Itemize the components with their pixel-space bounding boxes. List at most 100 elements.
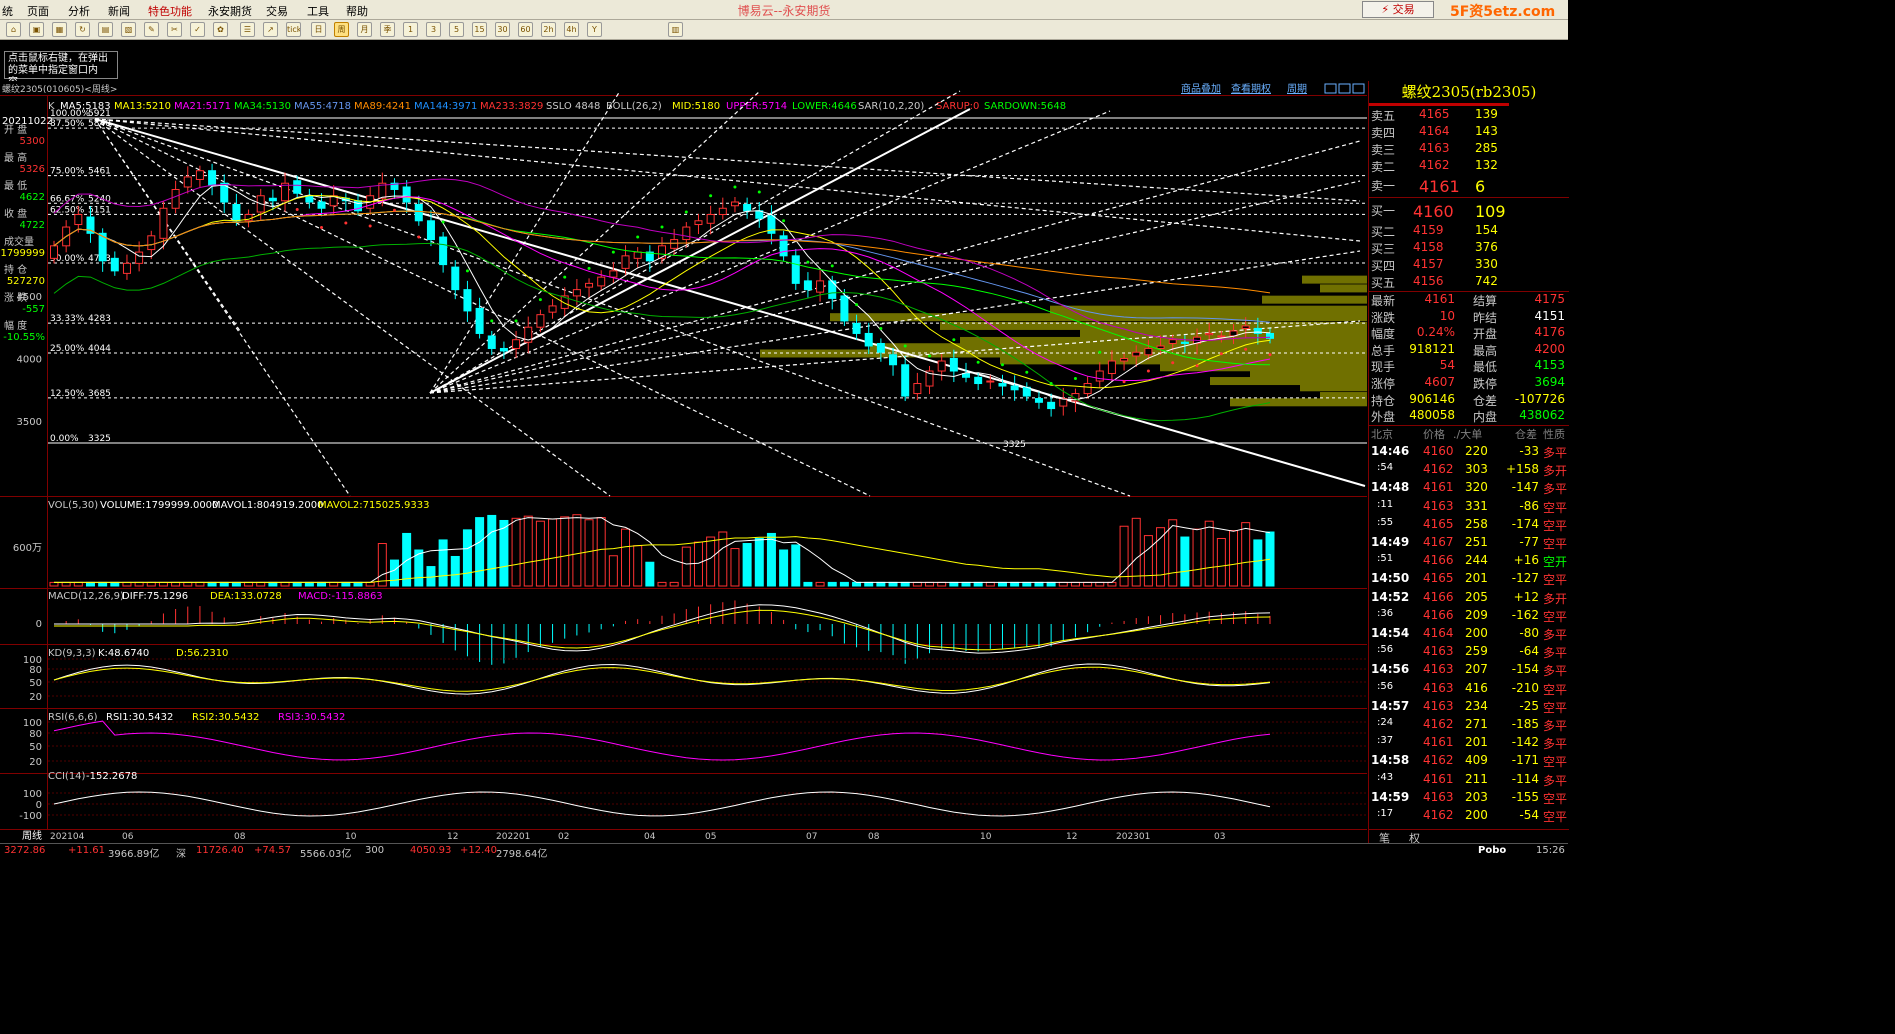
menu-item-7[interactable]: 工具 <box>307 3 329 19</box>
toolbar-button-3[interactable]: ↻ <box>75 22 90 37</box>
toolbar-button-0[interactable]: ⌂ <box>6 22 21 37</box>
candle-body-71 <box>913 383 922 395</box>
toolbar-button-19[interactable]: 5 <box>449 22 464 37</box>
toolbar-button-8[interactable]: ✓ <box>190 22 205 37</box>
kd-y-label-2: 50 <box>29 678 42 689</box>
toolbar-button-21[interactable]: 30 <box>495 22 510 37</box>
menu-item-0[interactable]: 统 <box>2 3 13 19</box>
tick-time: :56 <box>1377 644 1394 656</box>
rsi-title: RSI(6,6,6) <box>48 712 98 723</box>
toolbar-button-5[interactable]: ▧ <box>121 22 136 37</box>
x-axis-label-14: 03 <box>1214 832 1225 842</box>
bid-label: 买四 <box>1371 259 1396 273</box>
vol-mavol1: MAVOL1:804919.2000 <box>212 500 323 511</box>
toolbar-button-14[interactable]: 周 <box>334 22 349 37</box>
status-bar: 3272.86 +11.61 3966.89亿 深 11726.40 +74.57 5566… <box>0 843 1568 860</box>
menu-item-3[interactable]: 新闻 <box>108 3 130 19</box>
low-price-label: 3325 <box>1003 440 1026 450</box>
ask-volume: 139 <box>1475 107 1498 121</box>
sar-dot-100 <box>1268 353 1272 357</box>
menu-item-6[interactable]: 交易 <box>266 3 288 19</box>
toolbar-button-2[interactable]: ▦ <box>52 22 67 37</box>
ask-label: 卖一 <box>1371 179 1396 193</box>
toolbar-button-12[interactable]: tick <box>286 22 301 37</box>
tick-row-4: :55 4165 258 -174 空平 <box>1369 517 1569 534</box>
price-tick-0: 4500 <box>17 292 42 303</box>
tick-price: 4166 <box>1423 607 1454 622</box>
info-value-0: 5300 <box>20 136 45 147</box>
vol-bar-0 <box>49 581 59 587</box>
menu-item-5[interactable]: 永安期货 <box>208 3 252 19</box>
tick-oi-diff: -147 <box>1511 480 1539 495</box>
tick-volume: 320 <box>1465 480 1488 495</box>
vol-bar-41 <box>548 518 558 587</box>
cci-y-label-1: 0 <box>36 800 42 811</box>
candle-body-36 <box>487 335 496 349</box>
menu-item-2[interactable]: 分析 <box>68 3 90 19</box>
toolbar-button-4[interactable]: ▤ <box>98 22 113 37</box>
toolbar-button-9[interactable]: ✿ <box>213 22 228 37</box>
stat-value-2: 4153 <box>1534 358 1565 373</box>
toolbar-button-15[interactable]: 月 <box>357 22 372 37</box>
vol-bar-46 <box>608 555 618 587</box>
tick-volume: 271 <box>1465 717 1488 731</box>
menu-item-4[interactable]: 特色功能 <box>148 3 192 19</box>
toolbar-button-22[interactable]: 60 <box>518 22 533 37</box>
candle-body-15 <box>232 204 241 222</box>
bid-row-1: 买二 4159 154 <box>1369 223 1569 240</box>
toolbar-button-6[interactable]: ✎ <box>144 22 159 37</box>
toolbar-button-17[interactable]: 1 <box>403 22 418 37</box>
toolbar-button-26[interactable]: ▥ <box>668 22 683 37</box>
stat-row-7: 外盘 480058 内盘 438062 <box>1369 408 1569 425</box>
ask-bid-separator <box>1369 197 1569 198</box>
vol-bar-96 <box>1216 537 1226 587</box>
menu-item-8[interactable]: 帮助 <box>346 3 368 19</box>
trade-button[interactable]: ⚡ 交易 <box>1362 1 1434 18</box>
vol-bar-53 <box>693 541 703 587</box>
ask-row-1: 卖四 4164 143 <box>1369 124 1569 141</box>
toolbar-button-13[interactable]: 日 <box>311 22 326 37</box>
tick-row-5: 14:49 4167 251 -77 空平 <box>1369 535 1569 552</box>
x-axis-label-4: 12 <box>447 832 458 842</box>
candle-body-64 <box>828 280 837 299</box>
cci-value: -152.2678 <box>86 771 137 782</box>
ticks-header-2: ./大单 <box>1453 428 1483 441</box>
toolbar-button-16[interactable]: 季 <box>380 22 395 37</box>
rsi-y-label-0: 100 <box>23 718 42 729</box>
toolbar-button-10[interactable]: ☰ <box>240 22 255 37</box>
info-value-6: -557 <box>22 304 45 315</box>
toolbar-button-1[interactable]: ▣ <box>29 22 44 37</box>
candle-body-43 <box>572 289 581 297</box>
chart-header-title: 螺纹2305(010605)<周线> <box>2 83 117 95</box>
sar-dot-40 <box>538 298 542 302</box>
toolbar-button-24[interactable]: 4h <box>564 22 579 37</box>
candle-body-22 <box>317 201 326 209</box>
vol-bar-4 <box>98 581 108 587</box>
bid-price: 4158 <box>1413 240 1444 254</box>
sar-dot-78 <box>1000 363 1004 367</box>
toolbar-button-25[interactable]: Y <box>587 22 602 37</box>
tick-volume: 259 <box>1465 644 1488 659</box>
vol-bar-72 <box>925 581 935 587</box>
tick-row-2: 14:48 4161 320 -147 多平 <box>1369 480 1569 497</box>
chart-header-link-0[interactable]: 商品叠加 <box>1181 82 1221 95</box>
vol-bar-60 <box>779 549 789 587</box>
vol-bar-68 <box>876 581 886 587</box>
toolbar-button-7[interactable]: ✂ <box>167 22 182 37</box>
menu-item-1[interactable]: 页面 <box>27 3 49 19</box>
chart-header-link-2[interactable]: 周期 <box>1287 83 1307 95</box>
tick-price: 4163 <box>1423 698 1454 713</box>
toolbar-button-20[interactable]: 15 <box>472 22 487 37</box>
tick-volume: 200 <box>1465 626 1488 640</box>
chart-window[interactable]: 螺纹2305(010605)<周线> 商品叠加 查看期权 周期 K MA5:5183 MA1… <box>0 81 1367 843</box>
ticks-header-4: 性质 <box>1543 428 1565 441</box>
chart-header-link-1[interactable]: 查看期权 <box>1231 82 1271 95</box>
ticks-header: 北京 价格 ./大单 仓差 性质 <box>1369 426 1569 443</box>
kline-chart[interactable]: 螺纹2305(010605)<周线> 商品叠加 查看期权 周期K MA5:5183 MA1… <box>0 81 1367 843</box>
stat-value-1: 10 <box>1439 308 1455 323</box>
vol-bar-49 <box>645 561 655 587</box>
toolbar-button-11[interactable]: ↗ <box>263 22 278 37</box>
sar-dot-26 <box>368 224 372 228</box>
toolbar-button-23[interactable]: 2h <box>541 22 556 37</box>
toolbar-button-18[interactable]: 3 <box>426 22 441 37</box>
